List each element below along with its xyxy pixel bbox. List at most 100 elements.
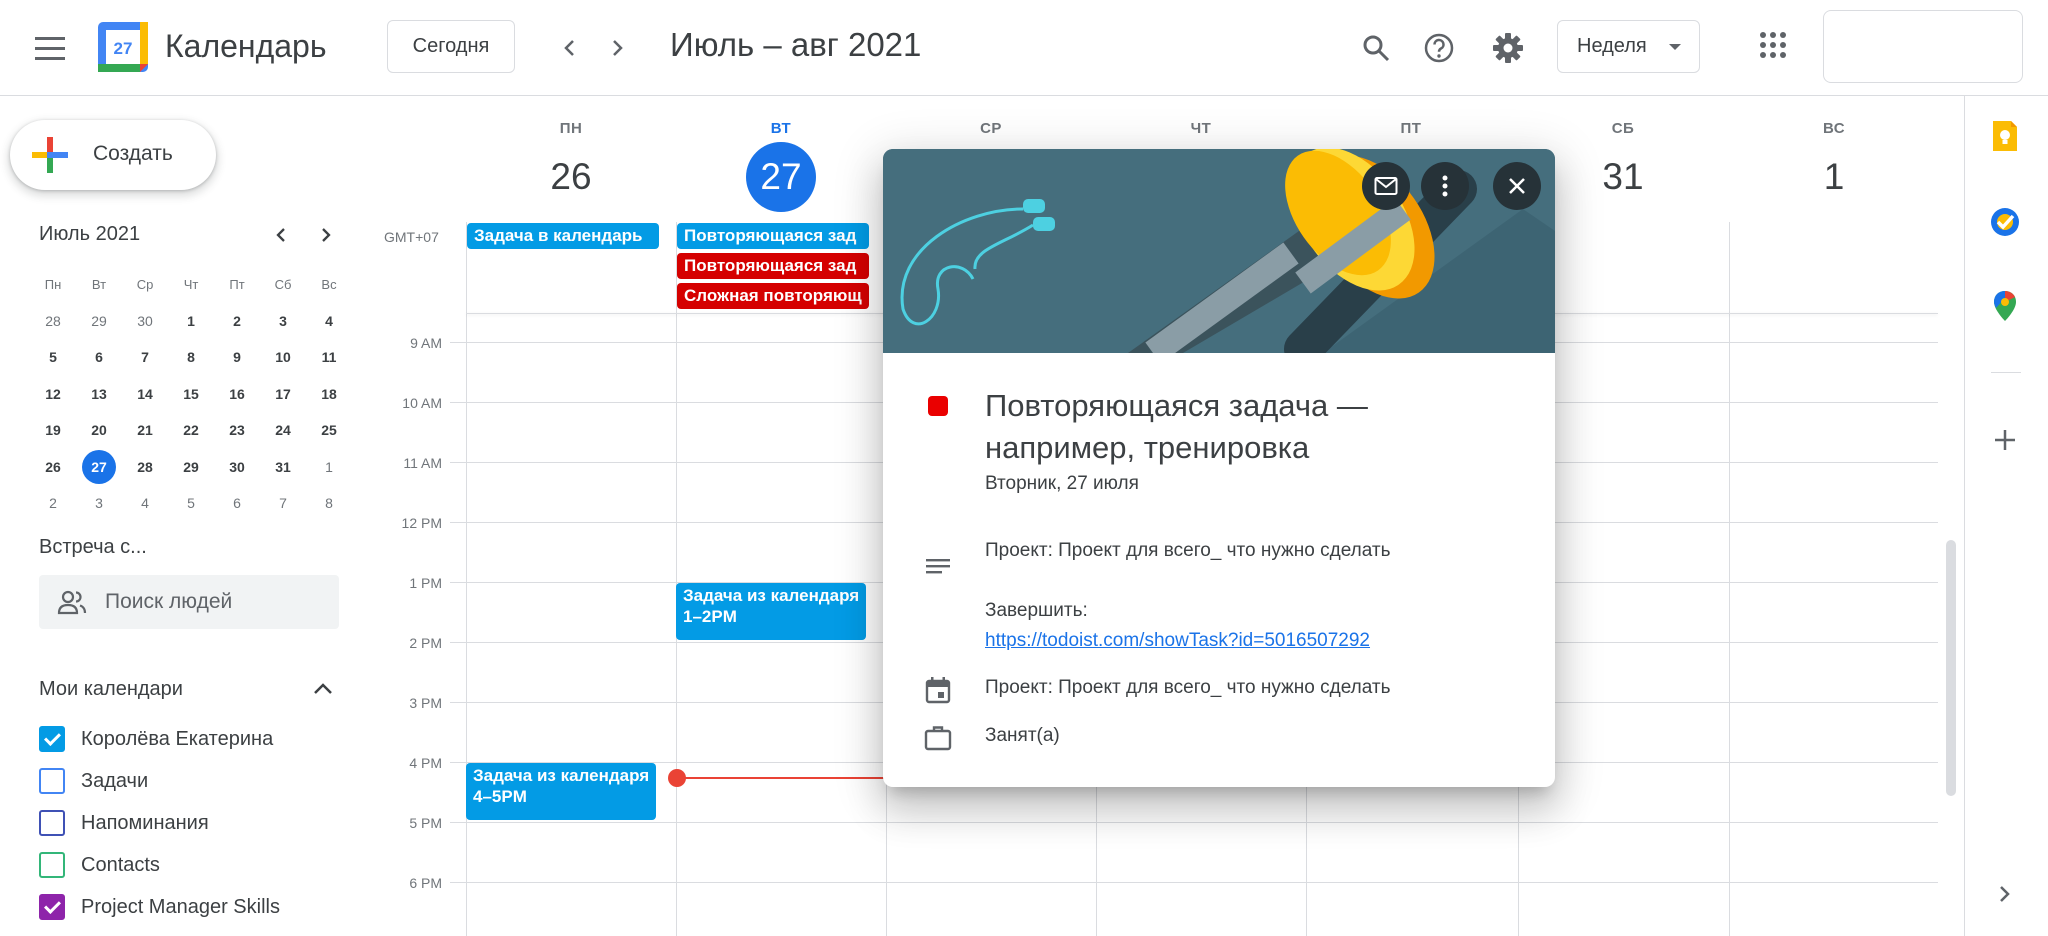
mini-day[interactable]: 19 — [30, 422, 76, 438]
my-calendars-title[interactable]: Мои календари — [39, 678, 183, 701]
mini-day[interactable]: 4 — [306, 313, 352, 329]
complete-label: Завершить: — [985, 600, 1088, 621]
calendar-checkbox[interactable] — [39, 852, 65, 878]
all-day-event[interactable]: Повторяющаяся зад — [677, 253, 869, 279]
settings-button[interactable] — [1484, 24, 1532, 72]
email-guests-button[interactable] — [1362, 162, 1410, 210]
mini-day[interactable]: 13 — [76, 386, 122, 402]
calendar-item[interactable]: Contacts — [39, 850, 160, 880]
close-popup-button[interactable] — [1493, 162, 1541, 210]
calendar-checkbox[interactable] — [39, 810, 65, 836]
tasks-icon[interactable] — [1987, 204, 2023, 240]
mini-day[interactable]: 7 — [122, 349, 168, 365]
mini-day[interactable]: 17 — [260, 386, 306, 402]
mini-day[interactable]: 24 — [260, 422, 306, 438]
mini-calendar-week: 19 20 21 22 23 24 25 — [30, 412, 352, 449]
search-button[interactable] — [1352, 24, 1400, 72]
help-button[interactable] — [1415, 24, 1463, 72]
mini-day[interactable]: 15 — [168, 386, 214, 402]
expand-panel-icon[interactable] — [1987, 876, 2023, 912]
mini-day[interactable]: 28 — [122, 459, 168, 475]
mini-day[interactable]: 3 — [76, 495, 122, 511]
mini-day[interactable]: 1 — [168, 313, 214, 329]
mini-day[interactable]: 8 — [306, 495, 352, 511]
calendar-label: Contacts — [81, 853, 160, 876]
main-menu-icon[interactable] — [30, 30, 70, 66]
create-button[interactable]: Создать — [10, 120, 216, 190]
day-header-mon[interactable]: ПН 26 — [466, 120, 676, 203]
all-day-event[interactable]: Повторяющаяся зад — [677, 223, 869, 249]
mini-day[interactable]: 8 — [168, 349, 214, 365]
keep-icon[interactable] — [1987, 118, 2023, 154]
calendar-logo-icon[interactable]: 27 — [98, 22, 148, 72]
calendar-checkbox[interactable] — [39, 726, 65, 752]
mini-day[interactable]: 26 — [30, 459, 76, 475]
mini-day[interactable]: 29 — [168, 459, 214, 475]
grid-scrollbar[interactable] — [1946, 540, 1956, 796]
mini-day[interactable]: 29 — [76, 313, 122, 329]
chevron-up-icon[interactable] — [310, 676, 336, 702]
calendar-label: Задачи — [81, 769, 149, 792]
mini-weekday: Ср — [136, 276, 154, 292]
calendar-item[interactable]: Задачи — [39, 766, 148, 796]
mini-prev-month-button[interactable] — [266, 220, 296, 250]
all-day-event[interactable]: Задача в календарь — [467, 223, 659, 249]
maps-icon[interactable] — [1987, 288, 2023, 324]
mini-day[interactable]: 6 — [76, 349, 122, 365]
mini-day[interactable]: 16 — [214, 386, 260, 402]
mini-day[interactable]: 4 — [122, 495, 168, 511]
column-divider — [1729, 222, 1730, 936]
mini-day[interactable]: 3 — [260, 313, 306, 329]
all-day-event[interactable]: Сложная повторяющ — [677, 283, 869, 309]
mini-day[interactable]: 21 — [122, 422, 168, 438]
mini-day[interactable]: 31 — [260, 459, 306, 475]
mini-day[interactable]: 7 — [260, 495, 306, 511]
mini-day[interactable]: 14 — [122, 386, 168, 402]
day-header-tue[interactable]: ВТ 27 — [676, 120, 886, 212]
mini-day[interactable]: 28 — [30, 313, 76, 329]
mini-day[interactable]: 18 — [306, 386, 352, 402]
day-header-sun[interactable]: ВС 1 — [1729, 120, 1939, 203]
app-title: Календарь — [165, 28, 327, 64]
people-search-input[interactable]: Поиск людей — [39, 575, 339, 629]
mini-day[interactable]: 6 — [214, 495, 260, 511]
side-panel-rail — [1964, 96, 2048, 936]
calendar-item[interactable]: Напоминания — [39, 808, 209, 838]
event-title: Задача из календаря — [473, 766, 650, 785]
google-apps-icon[interactable] — [1760, 32, 1786, 58]
previous-week-button[interactable] — [550, 28, 590, 68]
mini-next-month-button[interactable] — [311, 220, 341, 250]
calendar-checkbox[interactable] — [39, 768, 65, 794]
mini-weekday: Сб — [274, 276, 292, 292]
add-addon-icon[interactable] — [1987, 422, 2023, 458]
mini-day[interactable]: 2 — [214, 313, 260, 329]
today-button[interactable]: Сегодня — [387, 20, 515, 73]
hour-label: 12 PM — [401, 515, 442, 531]
mini-day[interactable]: 23 — [214, 422, 260, 438]
next-week-button[interactable] — [597, 28, 637, 68]
timed-event[interactable]: Задача из календаря 4–5PM — [466, 763, 656, 820]
mini-day[interactable]: 20 — [76, 422, 122, 438]
mini-day[interactable]: 2 — [30, 495, 76, 511]
mini-day[interactable]: 12 — [30, 386, 76, 402]
complete-task-link[interactable]: https://todoist.com/showTask?id=50165072… — [985, 630, 1370, 652]
mini-day[interactable]: 30 — [122, 313, 168, 329]
mini-day[interactable]: 30 — [214, 459, 260, 475]
event-color-swatch — [928, 396, 948, 416]
mini-day[interactable]: 1 — [306, 459, 352, 475]
view-selector[interactable]: Неделя — [1557, 20, 1700, 73]
calendar-checkbox[interactable] — [39, 894, 65, 920]
more-options-button[interactable] — [1421, 162, 1469, 210]
timed-event[interactable]: Задача из календаря 1–2PM — [676, 583, 866, 640]
mini-day[interactable]: 10 — [260, 349, 306, 365]
mini-day-today[interactable]: 27 — [76, 449, 122, 484]
mini-day[interactable]: 5 — [30, 349, 76, 365]
account-area[interactable] — [1823, 10, 2023, 83]
calendar-item[interactable]: Королёва Екатерина — [39, 724, 273, 754]
mini-day[interactable]: 5 — [168, 495, 214, 511]
mini-day[interactable]: 22 — [168, 422, 214, 438]
mini-day[interactable]: 11 — [306, 349, 352, 365]
calendar-item[interactable]: Project Manager Skills — [39, 892, 280, 922]
mini-day[interactable]: 25 — [306, 422, 352, 438]
mini-day[interactable]: 9 — [214, 349, 260, 365]
